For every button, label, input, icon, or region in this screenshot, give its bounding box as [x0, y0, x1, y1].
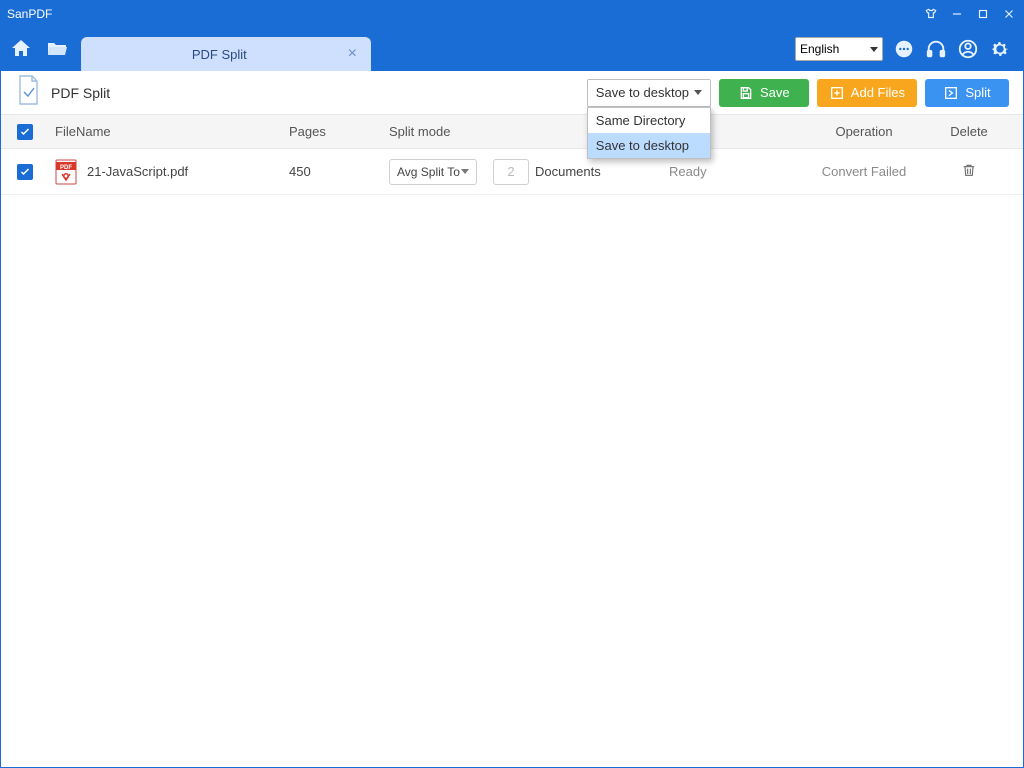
user-icon[interactable]: [957, 38, 979, 60]
app-name: SanPDF: [7, 7, 52, 21]
plus-icon: [829, 85, 845, 101]
gear-icon[interactable]: [989, 38, 1011, 60]
row-pages: 450: [289, 164, 389, 179]
row-status: Ready: [669, 164, 789, 179]
language-select[interactable]: English: [795, 37, 883, 61]
page-title: PDF Split: [51, 85, 110, 101]
save-location-menu: Same Directory Save to desktop: [587, 107, 711, 159]
minimize-button[interactable]: [949, 6, 965, 22]
save-option-desktop[interactable]: Save to desktop: [588, 133, 710, 158]
close-button[interactable]: [1001, 6, 1017, 22]
headphones-icon[interactable]: [925, 38, 947, 60]
table-row: PDF 21-JavaScript.pdf 450 Avg Split To 2…: [1, 149, 1023, 195]
chevron-down-icon: [461, 169, 469, 174]
save-location-dropdown[interactable]: Save to desktop Same Directory Save to d…: [587, 79, 711, 107]
pdf-split-page-icon: [15, 74, 41, 111]
chat-icon[interactable]: [893, 38, 915, 60]
tshirt-icon[interactable]: [923, 6, 939, 22]
save-button-label: Save: [760, 85, 790, 100]
add-files-label: Add Files: [851, 85, 905, 100]
split-count-input[interactable]: 2: [493, 159, 529, 185]
save-button[interactable]: Save: [719, 79, 809, 107]
table-header: FileName Pages Split mode Status Operati…: [1, 115, 1023, 149]
col-operation: Operation: [789, 124, 939, 139]
svg-text:PDF: PDF: [60, 165, 72, 171]
tab-label: PDF Split: [93, 47, 346, 62]
language-label: English: [800, 42, 839, 56]
row-operation: Convert Failed: [789, 164, 939, 179]
split-mode-label: Avg Split To: [397, 165, 460, 179]
folder-open-icon[interactable]: [45, 37, 69, 61]
pdf-file-icon: PDF: [55, 159, 77, 185]
row-checkbox[interactable]: [17, 164, 33, 180]
col-filename: FileName: [49, 124, 289, 139]
toolbar: PDF Split Save to desktop Same Directory…: [1, 71, 1023, 115]
row-filename: 21-JavaScript.pdf: [87, 164, 188, 179]
delete-row-button[interactable]: [961, 166, 977, 181]
split-icon: [943, 85, 959, 101]
split-mode-select[interactable]: Avg Split To: [389, 159, 477, 185]
title-bar: SanPDF: [1, 1, 1023, 27]
select-all-checkbox[interactable]: [17, 124, 33, 140]
chevron-down-icon: [870, 47, 878, 52]
tab-close-icon[interactable]: ×: [346, 45, 359, 63]
home-icon[interactable]: [9, 37, 33, 61]
split-button[interactable]: Split: [925, 79, 1009, 107]
save-option-same-directory[interactable]: Same Directory: [588, 108, 710, 133]
tab-pdf-split[interactable]: PDF Split ×: [81, 37, 371, 71]
header-bar: PDF Split × English: [1, 27, 1023, 71]
split-unit-label: Documents: [535, 164, 601, 179]
split-button-label: Split: [965, 85, 990, 100]
col-delete: Delete: [939, 124, 999, 139]
save-location-selected: Save to desktop: [596, 85, 689, 100]
chevron-down-icon: [694, 90, 702, 95]
add-files-button[interactable]: Add Files: [817, 79, 917, 107]
save-icon: [738, 85, 754, 101]
maximize-button[interactable]: [975, 6, 991, 22]
col-pages: Pages: [289, 124, 389, 139]
